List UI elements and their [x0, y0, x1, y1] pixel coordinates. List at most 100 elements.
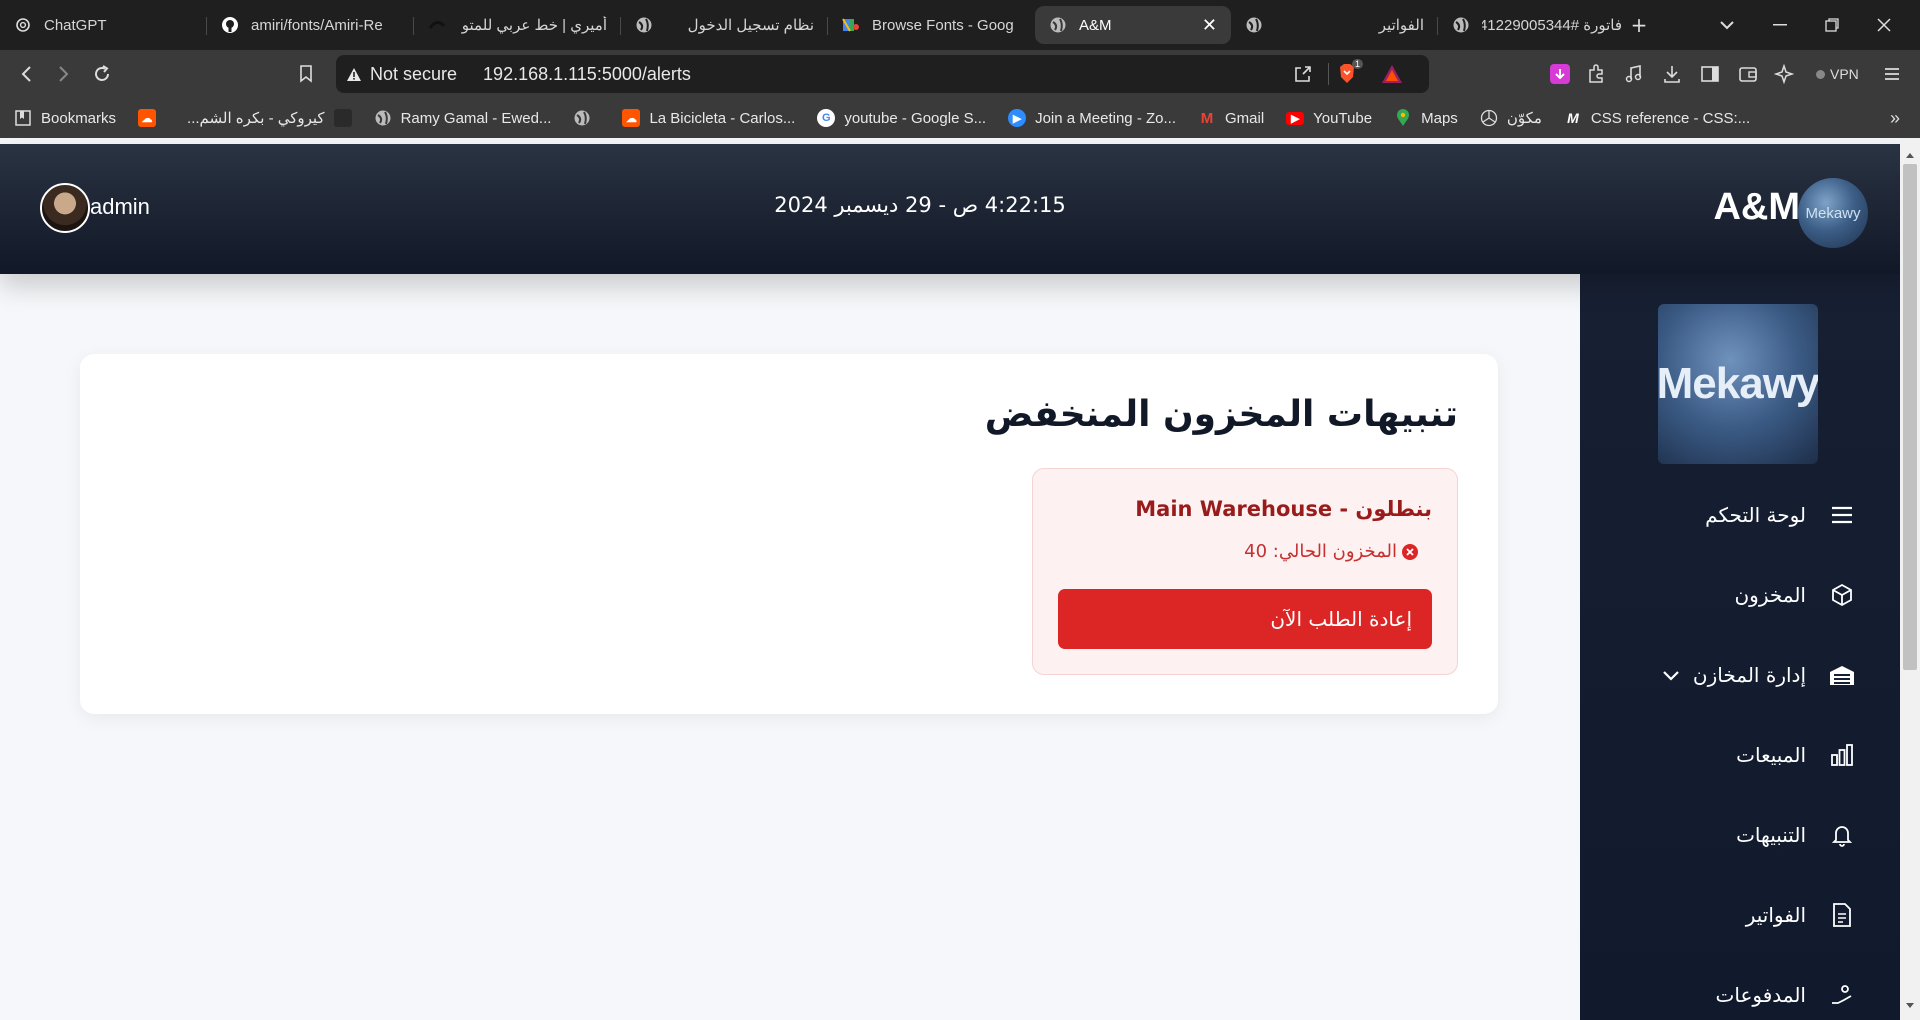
soundcloud-icon: ☁: [138, 109, 157, 127]
minimize-icon[interactable]: [1760, 0, 1800, 50]
bookmark-kirouki[interactable]: كيروكي - بكره الشم...: [187, 109, 352, 127]
close-tab-icon[interactable]: ✕: [1202, 15, 1217, 36]
current-stock-text: المخزون الحالي: 40: [1244, 541, 1397, 562]
tab-title: الفواتير: [1378, 17, 1424, 34]
soundcloud-icon: ☁: [622, 109, 641, 127]
reorder-now-button[interactable]: إعادة الطلب الآن: [1058, 589, 1432, 649]
site-icon: [428, 16, 446, 34]
warning-icon[interactable]: [346, 67, 362, 82]
tab-search-chevron-icon[interactable]: [1712, 0, 1742, 50]
scroll-down-icon[interactable]: [1905, 995, 1915, 1014]
avatar[interactable]: [40, 183, 90, 233]
sidebar-item-dashboard[interactable]: لوحة التحكم: [1580, 490, 1920, 540]
scroll-up-icon[interactable]: [1905, 144, 1915, 163]
reload-icon[interactable]: [84, 56, 120, 92]
mercedes-icon: [1480, 109, 1498, 127]
sidebar-item-invoices[interactable]: الفواتير: [1580, 890, 1920, 940]
tab-github[interactable]: amiri/fonts/Amiri-Re: [207, 6, 414, 44]
warehouse-icon: [1828, 661, 1856, 689]
bookmark-maps[interactable]: Maps: [1394, 109, 1458, 127]
sidebar-item-payments[interactable]: المدفوعات: [1580, 970, 1920, 1020]
globe-icon: [573, 109, 591, 127]
sidebar: Mekawy لوحة التحكم المخزون إدارة المخازن…: [1580, 274, 1920, 1020]
username[interactable]: admin: [90, 194, 150, 220]
music-icon[interactable]: [1624, 64, 1644, 84]
datetime: 4:22:15 ص - 29 ديسمبر 2024: [774, 193, 1066, 217]
maps-icon: [1394, 109, 1412, 127]
page-scrollbar[interactable]: [1900, 138, 1920, 1020]
bookmark-la-bicicleta[interactable]: ☁ La Bicicleta - Carlos...: [622, 109, 795, 127]
tab-title: amiri/fonts/Amiri-Re: [251, 16, 383, 34]
bookmark-globe[interactable]: [573, 109, 600, 127]
vpn-status-dot-icon: [1816, 69, 1825, 79]
tab-chatgpt[interactable]: ChatGPT: [0, 6, 207, 44]
share-icon[interactable]: [1293, 64, 1313, 84]
web-page: admin 4:22:15 ص - 29 ديسمبر 2024 A&M Mek…: [0, 138, 1920, 1020]
bookmark-ramy-gamal[interactable]: Ramy Gamal - Ewed...: [374, 109, 551, 127]
more-bookmarks-icon[interactable]: »: [1890, 108, 1900, 129]
brand-logo: Mekawy: [1798, 178, 1868, 248]
box-icon: [1828, 581, 1856, 609]
wallet-icon[interactable]: [1738, 64, 1758, 84]
browser-toolbar: Not secure 192.168.1.115:5000/alerts 1 V…: [0, 50, 1920, 98]
sidebar-item-inventory[interactable]: المخزون: [1580, 570, 1920, 620]
app-header: admin 4:22:15 ص - 29 ديسمبر 2024 A&M Mek…: [0, 144, 1920, 274]
sidebar-item-sales[interactable]: المبيعات: [1580, 730, 1920, 780]
sidebar-toggle-icon[interactable]: [1700, 64, 1720, 84]
tab-active-am[interactable]: A&M ✕: [1035, 6, 1231, 44]
bookmark-gmail[interactable]: M Gmail: [1198, 109, 1264, 127]
payments-icon: [1828, 981, 1856, 1009]
url-text[interactable]: 192.168.1.115:5000/alerts: [483, 64, 691, 85]
google-fonts-icon: [842, 16, 860, 34]
globe-icon: [1049, 16, 1067, 34]
close-window-icon[interactable]: [1864, 0, 1904, 50]
bookmark-mercedes[interactable]: مكوّن: [1480, 109, 1542, 127]
tab-title: Browse Fonts - Goog: [872, 16, 1014, 34]
document-icon: [1828, 901, 1856, 929]
tab-title: فاتورة #41229005344: [1482, 17, 1622, 34]
extensions-icon[interactable]: [1586, 64, 1606, 84]
bar-chart-icon: [1828, 741, 1856, 769]
globe-icon: [374, 109, 392, 127]
downloader-extension-icon[interactable]: [1550, 64, 1570, 84]
bookmark-page-icon[interactable]: [288, 56, 324, 92]
tab-login[interactable]: نظام تسجيل الدخول: [621, 6, 828, 44]
github-icon: [221, 16, 239, 34]
scrollbar-thumb[interactable]: [1903, 164, 1917, 670]
sidebar-item-alerts[interactable]: التنبيهات: [1580, 810, 1920, 860]
google-icon: G: [817, 109, 836, 127]
tab-title: نظام تسجيل الدخول: [687, 17, 814, 34]
tab-amiri[interactable]: أميري | خط عربي للمتو: [414, 6, 621, 44]
new-tab-icon[interactable]: +: [1624, 0, 1654, 50]
tab-invoices[interactable]: الفواتير: [1231, 6, 1438, 44]
restore-icon[interactable]: [1812, 0, 1852, 50]
bookmarks-icon: [14, 109, 32, 127]
security-label[interactable]: Not secure: [370, 64, 457, 85]
chevron-down-icon[interactable]: [1662, 663, 1680, 687]
bookmark-zoom[interactable]: ▶ Join a Meeting - Zo...: [1008, 109, 1176, 127]
browser-menu-icon[interactable]: [1882, 64, 1902, 84]
shields-count-badge: 1: [1351, 59, 1363, 69]
tab-title: ChatGPT: [44, 16, 107, 34]
tab-google-fonts[interactable]: Browse Fonts - Goog: [828, 6, 1035, 44]
brave-rewards-icon[interactable]: [1381, 64, 1403, 84]
leo-ai-icon[interactable]: [1774, 64, 1794, 84]
tab-invoice-detail[interactable]: فاتورة #41229005344: [1438, 6, 1636, 44]
brand-title: A&M: [1713, 186, 1800, 228]
bookmark-youtube-search[interactable]: G youtube - Google S...: [817, 109, 986, 127]
downloads-icon[interactable]: [1662, 64, 1682, 84]
bookmark-css-reference[interactable]: M CSS reference - CSS:...: [1564, 109, 1750, 127]
vpn-button[interactable]: VPN: [1810, 62, 1865, 86]
bookmark-soundcloud[interactable]: ☁: [138, 109, 165, 127]
bookmark-youtube[interactable]: ▶ YouTube: [1286, 110, 1372, 127]
alert-product-name: بنطلون - Main Warehouse: [1135, 497, 1432, 521]
sidebar-item-warehouses[interactable]: إدارة المخازن: [1580, 650, 1920, 700]
forward-icon[interactable]: [46, 56, 82, 92]
menu-icon: [1828, 501, 1856, 529]
globe-icon: [1245, 16, 1263, 34]
youtube-icon: ▶: [1286, 111, 1305, 125]
zoom-icon: ▶: [1008, 109, 1027, 127]
back-icon[interactable]: [8, 56, 44, 92]
address-bar[interactable]: Not secure 192.168.1.115:5000/alerts 1: [336, 55, 1429, 93]
bookmarks-folder[interactable]: Bookmarks: [14, 109, 116, 127]
